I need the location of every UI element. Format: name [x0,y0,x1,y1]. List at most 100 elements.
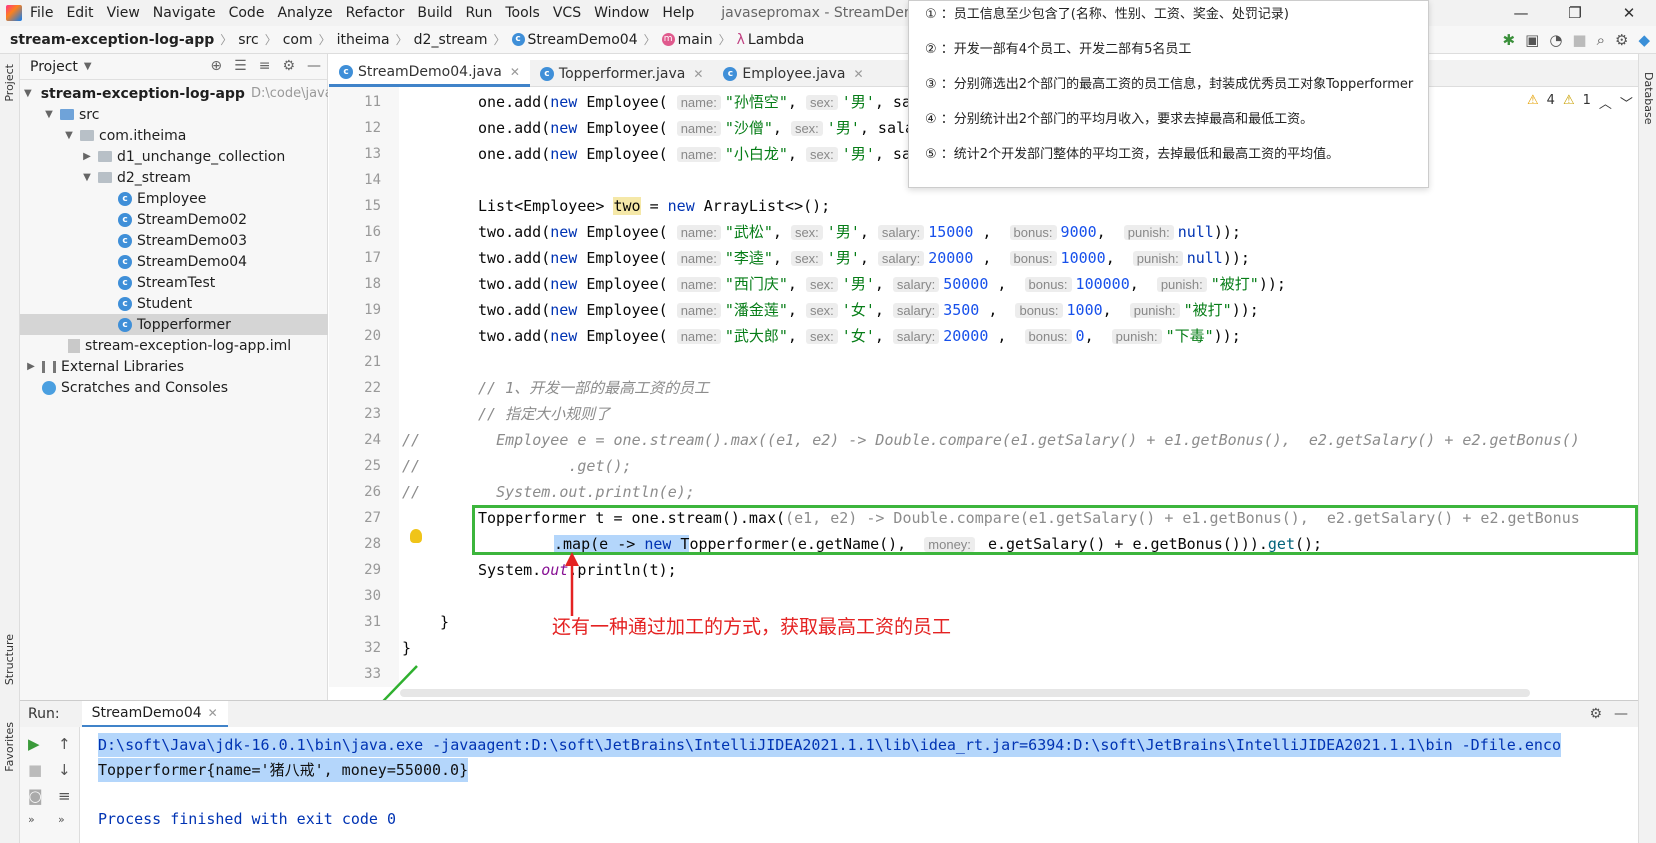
menu-code[interactable]: Code [229,5,265,21]
chevron-right-icon[interactable]: ▶ [80,151,94,162]
collapse-all-icon[interactable]: ≡ [259,58,271,74]
menu-analyze[interactable]: Analyze [277,5,332,21]
tree-item-class[interactable]: c StreamDemo03 [20,230,328,251]
requirement-item: ② ：开发一部有4个员工、开发二部有5名员工 [925,42,1192,57]
gear-icon[interactable]: ⚙ [1615,31,1628,49]
database-tool-tab[interactable]: Database [1642,72,1655,125]
breadcrumb-com[interactable]: com [283,32,313,48]
tree-item-d1[interactable]: ▶ d1_unchange_collection [20,146,328,167]
hide-icon[interactable]: — [307,58,321,74]
breadcrumb-method[interactable]: main [678,32,713,48]
tree-item-src[interactable]: ▼ src [20,104,328,125]
chevron-down-icon[interactable]: ▼ [80,172,94,183]
tree-label: Employee [137,190,207,207]
tab-streamdemo04[interactable]: c StreamDemo04.java ✕ [329,60,530,87]
stop-icon[interactable]: ■ [1572,31,1586,49]
tree-item-iml[interactable]: stream-exception-log-app.iml [20,335,328,356]
tree-item-package[interactable]: ▼ com.itheima [20,125,328,146]
tree-item-class[interactable]: c StreamDemo04 [20,251,328,272]
lightbulb-icon[interactable] [410,529,422,543]
expand-all-icon[interactable]: ☰ [234,58,247,74]
project-panel: Project ▼ ⊕ ☰ ≡ ⚙ — ▼ stream-exception-log-ap… [20,54,328,700]
tree-item-class-selected[interactable]: c Topperformer [20,314,328,335]
line-number: 32 [364,640,381,656]
menu-tools[interactable]: Tools [505,5,540,21]
chevron-down-icon[interactable]: ▼ [24,88,32,99]
line-number: 14 [364,172,381,188]
close-icon[interactable]: ✕ [208,706,218,720]
breadcrumb-lambda[interactable]: Lambda [748,32,804,48]
menu-build[interactable]: Build [417,5,452,21]
menu-vcs[interactable]: VCS [553,5,581,21]
inspection-widget[interactable]: ⚠ 4 ⚠ 1 ︿ ﹀ [1527,93,1633,112]
close-icon[interactable]: ✕ [854,67,864,81]
tree-item-scratches[interactable]: Scratches and Consoles [20,377,328,398]
menu-refactor[interactable]: Refactor [346,5,405,21]
menu-view[interactable]: View [107,5,140,21]
breadcrumb-d2-stream[interactable]: d2_stream [414,32,488,48]
run-tab[interactable]: StreamDemo04 ✕ [81,700,228,728]
lambda-icon: λ [736,31,745,48]
close-button[interactable]: ✕ [1602,0,1656,26]
breadcrumb-src[interactable]: src [238,32,258,48]
run-toolbar: ▶ ↑ ■ ↓ ◙ ≡ » » [20,727,80,843]
tree-label: Scratches and Consoles [61,379,228,396]
arrow-up-icon[interactable]: ↑ [58,735,71,753]
tab-employee[interactable]: c Employee.java ✕ [713,60,873,87]
chevron-up-icon[interactable]: ︿ [1599,93,1612,112]
locate-icon[interactable]: ⊕ [210,58,222,74]
favorites-tool-tab[interactable]: Favorites [3,722,16,772]
close-icon[interactable]: ✕ [510,65,520,79]
class-icon: c [511,33,525,46]
chevron-down-icon[interactable]: ﹀ [1620,93,1633,112]
project-panel-title[interactable]: Project [30,59,78,75]
restore-button[interactable]: ❐ [1548,0,1602,26]
more-icon[interactable]: » [58,813,65,826]
rerun-icon[interactable]: ▶ [28,735,40,753]
tree-item-class[interactable]: c StreamDemo02 [20,209,328,230]
tree-item-class[interactable]: c Student [20,293,328,314]
line-number: 17 [364,250,381,266]
close-icon[interactable]: ✕ [693,67,703,81]
plugin-icon[interactable]: ◆ [1638,31,1650,49]
tab-topperformer[interactable]: c Topperformer.java ✕ [530,60,713,87]
breadcrumb-class[interactable]: StreamDemo04 [528,32,638,48]
chevron-down-icon[interactable]: ▼ [62,130,76,141]
more-icon[interactable]: » [28,813,35,826]
project-tool-tab[interactable]: Project [3,64,16,102]
menu-help[interactable]: Help [662,5,694,21]
structure-tool-tab[interactable]: Structure [3,634,16,685]
menu-edit[interactable]: Edit [66,5,93,21]
chevron-down-icon[interactable]: ▼ [84,61,92,72]
stop-icon[interactable]: ■ [28,761,42,779]
settings-icon[interactable]: ⚙ [282,58,295,74]
tree-item-d2[interactable]: ▼ d2_stream [20,167,328,188]
tree-item-class[interactable]: c Employee [20,188,328,209]
camera-icon[interactable]: ◙ [28,787,43,805]
minimize-button[interactable]: — [1494,0,1548,26]
menu-file[interactable]: File [30,5,53,21]
profile-icon[interactable]: ◔ [1549,31,1562,49]
chevron-down-icon[interactable]: ▼ [42,109,56,120]
tree-item-external-libraries[interactable]: ▶ External Libraries [20,356,328,377]
menu-navigate[interactable]: Navigate [153,5,216,21]
coverage-icon[interactable]: ▣ [1525,31,1539,49]
gear-icon[interactable]: ⚙ [1589,706,1602,722]
chevron-right-icon[interactable]: ▶ [24,361,38,372]
soft-wrap-icon[interactable]: ≡ [58,787,71,805]
console-output[interactable]: D:\soft\Java\jdk-16.0.1\bin\java.exe -ja… [81,727,1638,843]
code-line: one.add(new Employee( name: "小白龙", sex: '男… [478,145,911,163]
breadcrumb-project[interactable]: stream-exception-log-app [10,32,214,48]
project-panel-header: Project ▼ ⊕ ☰ ≡ ⚙ — [20,54,327,80]
hide-icon[interactable]: — [1614,706,1628,722]
horizontal-scrollbar[interactable] [400,689,1530,697]
menu-window[interactable]: Window [594,5,649,21]
tree-item-class[interactable]: c StreamTest [20,272,328,293]
arrow-down-icon[interactable]: ↓ [58,761,71,779]
breadcrumb-itheima[interactable]: itheima [337,32,390,48]
search-icon[interactable]: ⌕ [1597,31,1605,49]
tree-item-root[interactable]: ▼ stream-exception-log-app D:\code\java [20,83,328,104]
package-icon [80,130,94,141]
menu-run[interactable]: Run [466,5,493,21]
debug-icon[interactable]: ✱ [1503,31,1516,49]
